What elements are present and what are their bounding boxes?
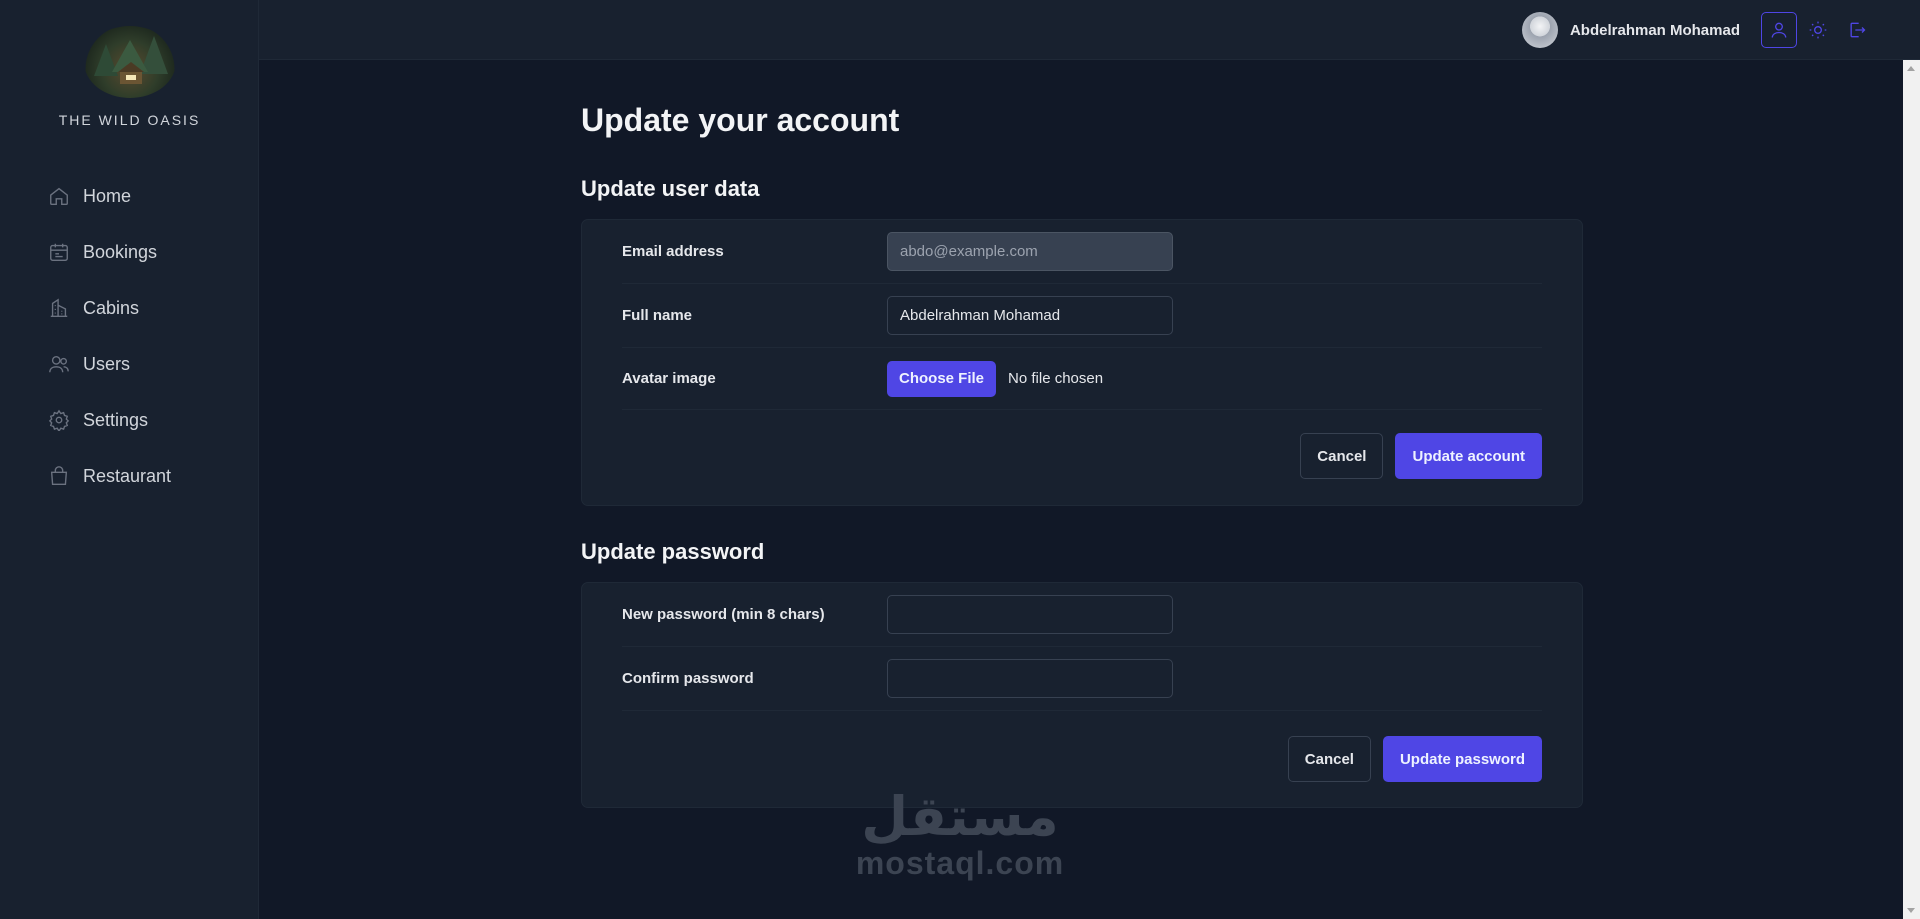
avatar-label: Avatar image [622, 370, 716, 387]
update-password-form: New password (min 8 chars) Confirm passw… [581, 582, 1583, 808]
email-field [887, 232, 1173, 271]
users-icon [48, 353, 70, 375]
fullname-field[interactable] [887, 296, 1173, 335]
watermark: مستقل mostaql.com [845, 785, 1075, 881]
scroll-up-arrow[interactable] [1907, 66, 1915, 71]
confirm-password-field[interactable] [887, 659, 1173, 698]
sidebar-item-label: Home [83, 185, 132, 206]
sidebar-item-label: Cabins [83, 297, 140, 318]
section-title-user-data: Update user data [581, 176, 760, 201]
sidebar-item-home[interactable]: Home [38, 168, 238, 224]
sun-icon [1809, 21, 1827, 39]
cancel-button[interactable]: Cancel [1300, 433, 1384, 479]
gear-icon [48, 409, 70, 431]
sidebar-item-users[interactable]: Users [38, 336, 238, 392]
email-label: Email address [622, 243, 724, 260]
confirm-password-label: Confirm password [622, 670, 754, 687]
scrollbar[interactable] [1903, 60, 1920, 919]
user-name: Abdelrahman Mohamad [1569, 21, 1740, 39]
page-title: Update your account [581, 102, 900, 138]
update-user-form: Email address Full name Avatar image Cho… [581, 219, 1583, 506]
form-row-confirm-password: Confirm password [622, 647, 1542, 711]
brand-name: THE WILD OASIS [58, 112, 201, 128]
main-nav: Home Bookings Cabins Users Settings Rest… [38, 168, 238, 504]
account-button[interactable] [1761, 12, 1797, 48]
sidebar-item-settings[interactable]: Settings [38, 392, 238, 448]
choose-file-button[interactable]: Choose File [887, 360, 997, 397]
password-form-actions: Cancel Update password [1287, 736, 1542, 782]
form-row-new-password: New password (min 8 chars) [622, 583, 1542, 647]
logo: THE WILD OASIS [0, 26, 259, 128]
home-icon [48, 185, 70, 207]
sidebar-item-bookings[interactable]: Bookings [38, 224, 238, 280]
avatar [1521, 12, 1558, 48]
cancel-password-button[interactable]: Cancel [1287, 736, 1371, 782]
form-row-email: Email address [622, 220, 1542, 284]
logout-button[interactable] [1839, 12, 1875, 48]
sidebar-item-label: Users [83, 353, 131, 374]
user-profile: Abdelrahman Mohamad [1521, 12, 1740, 48]
logout-icon [1850, 22, 1866, 38]
watermark-arabic: مستقل [861, 785, 1059, 848]
sidebar-item-label: Settings [83, 409, 149, 430]
form-row-fullname: Full name [622, 284, 1542, 348]
building-icon [48, 297, 70, 319]
new-password-field[interactable] [887, 595, 1173, 634]
user-form-actions: Cancel Update account [1300, 433, 1542, 479]
sidebar-item-label: Restaurant [83, 465, 172, 486]
sidebar-item-restaurant[interactable]: Restaurant [38, 448, 238, 504]
scroll-down-arrow[interactable] [1907, 908, 1915, 913]
theme-toggle-button[interactable] [1800, 12, 1836, 48]
calendar-icon [48, 241, 70, 263]
sidebar-item-cabins[interactable]: Cabins [38, 280, 238, 336]
update-account-button[interactable]: Update account [1395, 433, 1542, 479]
sidebar: THE WILD OASIS Home Bookings Cabins User… [0, 0, 259, 919]
fullname-label: Full name [622, 307, 693, 324]
sidebar-item-label: Bookings [83, 241, 158, 262]
file-status-text: No file chosen [1008, 370, 1104, 387]
top-header: Abdelrahman Mohamad [259, 0, 1920, 60]
new-password-label: New password (min 8 chars) [622, 606, 825, 623]
logo-image [83, 26, 176, 98]
watermark-latin: mostaql.com [855, 845, 1065, 881]
form-row-avatar: Avatar image Choose File No file chosen [622, 348, 1542, 410]
shopping-bag-icon [48, 465, 70, 487]
section-title-password: Update password [581, 539, 765, 564]
user-icon [1771, 22, 1787, 38]
update-password-button[interactable]: Update password [1382, 736, 1542, 782]
